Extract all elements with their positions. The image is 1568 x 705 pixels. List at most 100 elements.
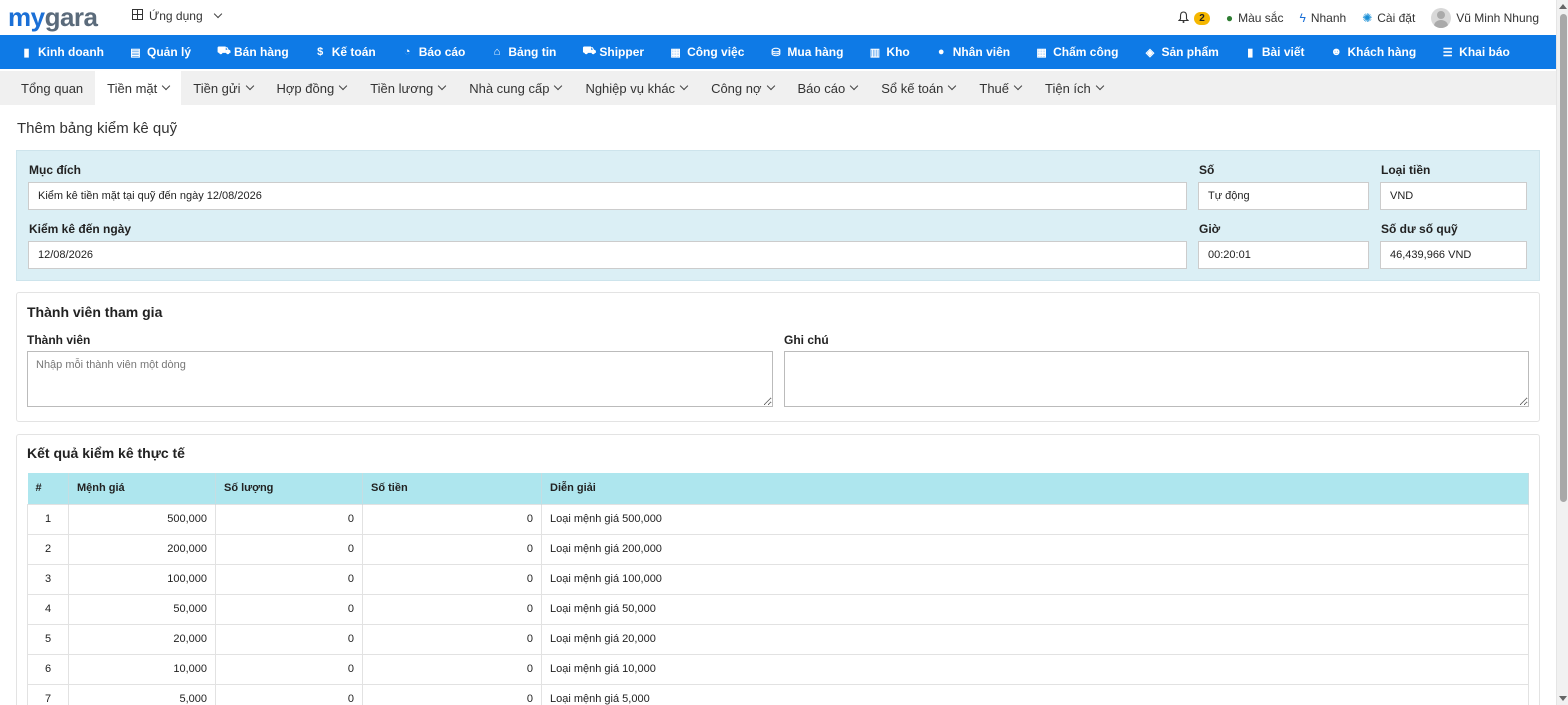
row-index: 3 (27, 563, 69, 595)
main-nav-item-2[interactable]: ⛟ Bán hàng (217, 45, 289, 59)
main-nav-label: Khai báo (1459, 45, 1510, 59)
main-nav-item-5[interactable]: ⌂ Bảng tin (491, 45, 557, 59)
main-nav-label: Công việc (687, 45, 745, 59)
currency-input[interactable] (1380, 182, 1527, 210)
description-cell[interactable]: Loại mệnh giá 50,000 (541, 593, 1529, 625)
main-nav-item-9[interactable]: ▥ Kho (869, 45, 910, 59)
sub-nav-tab-6[interactable]: Nghiệp vụ khác (573, 71, 699, 105)
apps-menu-label: Ứng dụng (149, 9, 203, 23)
sub-nav-tab-5[interactable]: Nhà cung cấp (457, 71, 573, 105)
warehouse-icon: ▥ (869, 46, 881, 59)
main-nav-item-0[interactable]: ▮ Kinh doanh (21, 45, 104, 59)
sub-nav-tab-0[interactable]: Tổng quan (9, 71, 95, 105)
calendar-check-icon: ▦ (1036, 46, 1047, 59)
quantity-cell[interactable]: 0 (215, 623, 363, 655)
logo-part-gara: gara (44, 2, 98, 32)
row-index: 1 (27, 503, 69, 535)
number-input[interactable] (1198, 182, 1369, 210)
denomination-cell: 100,000 (68, 563, 216, 595)
time-label: Giờ (1199, 222, 1221, 236)
note-textarea[interactable] (784, 351, 1529, 407)
chevron-down-icon (1095, 81, 1105, 91)
home-icon: ⌂ (493, 46, 501, 58)
main-nav-label: Shipper (599, 45, 645, 59)
color-theme-button[interactable]: ● Màu sắc (1226, 11, 1284, 25)
description-cell[interactable]: Loại mệnh giá 200,000 (541, 533, 1529, 565)
sub-nav: Tổng quan Tiền mặt Tiền gửi Hợp đồng Tiền lư… (0, 71, 1556, 105)
main-nav-item-8[interactable]: ⛁ Mua hàng (770, 45, 843, 59)
dollar-icon: $ (317, 46, 324, 58)
main-nav-item-4[interactable]: ◔ Báo cáo (402, 45, 466, 59)
chevron-down-icon (679, 81, 689, 91)
main-nav-item-11[interactable]: ▦ Chấm công (1036, 45, 1118, 59)
table-row: 6 10,000 0 0 Loại mệnh giá 10,000 (27, 653, 1529, 685)
description-cell[interactable]: Loại mệnh giá 100,000 (541, 563, 1529, 595)
note-label: Ghi chú (784, 333, 829, 347)
main-nav-label: Bài viết (1261, 45, 1305, 59)
user-name: Vũ Minh Nhung (1456, 11, 1539, 25)
sub-nav-tab-2[interactable]: Tiền gửi (181, 71, 264, 105)
main-nav-item-7[interactable]: ▦ Công việc (670, 45, 744, 59)
row-index: 6 (27, 653, 69, 685)
main-nav-item-1[interactable]: ▤ Quản lý (130, 45, 191, 59)
quantity-cell[interactable]: 0 (215, 593, 363, 625)
apps-menu-button[interactable]: Ứng dụng (132, 9, 222, 23)
gear-icon: ✺ (1362, 11, 1373, 25)
sub-nav-tab-3[interactable]: Hợp đồng (265, 71, 359, 105)
sub-nav-tab-10[interactable]: Thuế (967, 71, 1033, 105)
main-nav-item-15[interactable]: ☰ Khai báo (1442, 45, 1510, 59)
description-cell[interactable]: Loại mệnh giá 5,000 (541, 683, 1529, 705)
currency-label: Loại tiền (1381, 163, 1431, 177)
col-header-quantity: Số lượng (215, 473, 363, 504)
col-header-amount: Số tiền (362, 473, 542, 504)
sub-nav-tab-7[interactable]: Công nợ (699, 71, 785, 105)
sub-nav-label: Báo cáo (797, 80, 846, 96)
sub-nav-tab-11[interactable]: Tiện ích (1033, 71, 1115, 105)
time-input[interactable] (1198, 241, 1369, 269)
main-nav-label: Mua hàng (787, 45, 844, 59)
description-cell[interactable]: Loại mệnh giá 500,000 (541, 503, 1529, 535)
scroll-thumb[interactable] (1560, 14, 1567, 502)
calendar-icon: ▦ (670, 46, 681, 59)
count-date-input[interactable] (28, 241, 1187, 269)
description-cell[interactable]: Loại mệnh giá 20,000 (541, 623, 1529, 655)
logo-part-my: my (8, 2, 45, 32)
results-table: # Mệnh giá Số lượng Số tiền Diễn giải 15… (27, 473, 1529, 705)
main-nav-item-13[interactable]: ▮ Bài viết (1245, 45, 1305, 59)
main-nav-label: Khách hàng (1347, 45, 1417, 59)
amount-cell: 0 (362, 593, 542, 625)
chevron-down-icon (1013, 81, 1023, 91)
sub-nav-tab-1[interactable]: Tiền mặt (95, 71, 182, 105)
chevron-down-icon (213, 9, 222, 19)
quantity-cell[interactable]: 0 (215, 653, 363, 685)
quantity-cell[interactable]: 0 (215, 683, 363, 705)
scroll-down-arrow-icon[interactable] (1559, 696, 1567, 701)
description-cell[interactable]: Loại mệnh giá 10,000 (541, 653, 1529, 685)
color-theme-label: Màu sắc (1238, 11, 1284, 25)
book-icon: ▮ (1247, 46, 1254, 59)
main-nav-item-3[interactable]: $ Kế toán (315, 45, 376, 59)
scroll-up-arrow-icon[interactable] (1559, 4, 1567, 9)
balance-input[interactable] (1380, 241, 1527, 269)
sub-nav-tab-8[interactable]: Báo cáo (786, 71, 870, 105)
settings-button[interactable]: ✺ Cài đặt (1362, 11, 1415, 25)
sub-nav-tab-9[interactable]: Sổ kế toán (869, 71, 967, 105)
main-nav-item-12[interactable]: ◈ Sản phẩm (1144, 45, 1219, 59)
quick-button[interactable]: ϟ Nhanh (1299, 11, 1346, 25)
quantity-cell[interactable]: 0 (215, 563, 363, 595)
members-textarea[interactable] (27, 351, 773, 407)
quantity-cell[interactable]: 0 (215, 533, 363, 565)
table-row: 7 5,000 0 0 Loại mệnh giá 5,000 (27, 683, 1529, 705)
purpose-input[interactable] (28, 182, 1187, 210)
notifications-button[interactable]: 2 (1177, 10, 1210, 26)
mygara-logo[interactable]: mygara (8, 3, 98, 31)
sub-nav-label: Tiện ích (1045, 80, 1091, 96)
sub-nav-tab-4[interactable]: Tiền lương (358, 71, 457, 105)
pie-chart-icon: ◔ (403, 46, 411, 58)
main-nav-item-6[interactable]: ⛟ Shipper (582, 45, 644, 59)
main-nav-item-10[interactable]: ● Nhân viên (936, 45, 1010, 59)
page-scrollbar[interactable] (1556, 0, 1568, 705)
user-menu[interactable]: Vũ Minh Nhung (1431, 8, 1539, 28)
main-nav-item-14[interactable]: ☻ Khách hàng (1331, 45, 1417, 59)
quantity-cell[interactable]: 0 (215, 503, 363, 535)
